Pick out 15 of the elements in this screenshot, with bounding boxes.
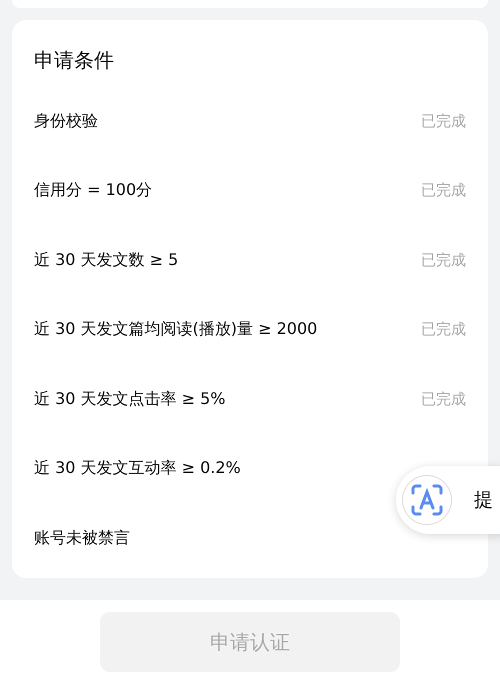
text-scan-icon <box>410 483 444 517</box>
condition-label: 近 30 天发文互动率 ≥ 0.2% <box>34 457 241 480</box>
status-text: 已完成 <box>421 110 466 132</box>
status-text: 已完成 <box>421 319 466 340</box>
condition-label: 近 30 天发文数 ≥ 5 <box>34 248 178 271</box>
extract-text-button[interactable]: 提 <box>396 466 500 534</box>
condition-label: 近 30 天发文篇均阅读(播放)量 ≥ 2000 <box>34 318 318 340</box>
condition-label: 信用分 = 100分 <box>34 179 152 202</box>
status-text: 已完成 <box>421 388 466 410</box>
condition-label: 账号未被禁言 <box>34 526 130 549</box>
condition-label: 近 30 天发文点击率 ≥ 5% <box>34 388 226 410</box>
status-text: 已完成 <box>421 250 466 270</box>
card-title: 申请条件 <box>34 47 115 74</box>
status-text: 已完成 <box>421 180 466 201</box>
condition-label: 身份校验 <box>34 110 98 132</box>
